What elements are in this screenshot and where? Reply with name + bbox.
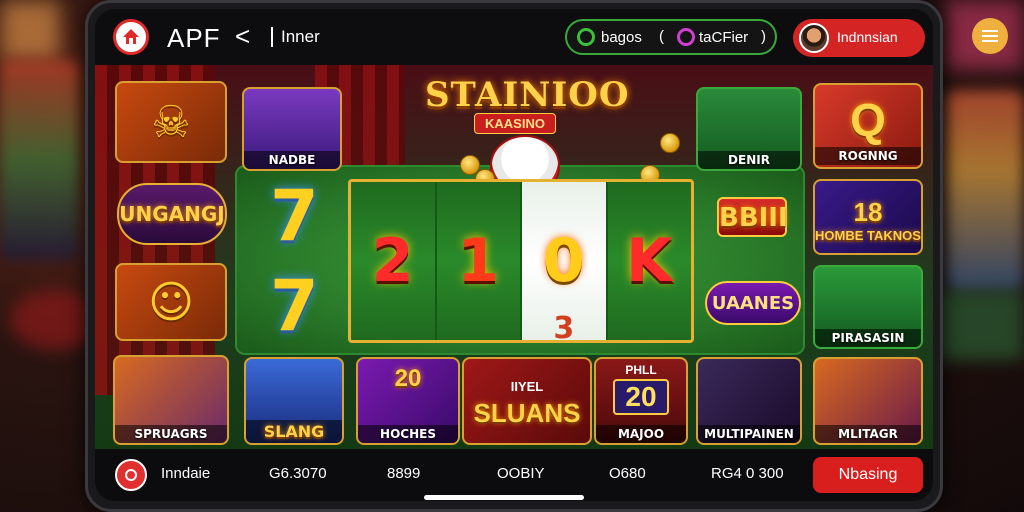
game-tile-sluans[interactable]: IIYEL SLUANS	[462, 357, 592, 445]
circle-icon	[125, 469, 137, 481]
footer-label: Inndaie	[161, 465, 211, 482]
tile-big-letter: Q	[850, 94, 886, 146]
reel-symbol-below: 3	[553, 311, 575, 346]
app-title: APF	[167, 23, 221, 53]
game-tile-portrait[interactable]: NADBE	[242, 87, 342, 171]
game-tile-spruagrs[interactable]: SPRUAGRS	[113, 355, 229, 445]
avatar	[799, 23, 829, 53]
footer-stat: OOBIY	[497, 465, 545, 482]
background-lamp	[0, 0, 60, 60]
tile-title: DENIR	[698, 151, 800, 169]
tile-big-number: 18	[853, 197, 883, 227]
tile-title: PIRASASIN	[815, 329, 921, 347]
game-tile-ungangj[interactable]: UNGANGJ	[117, 183, 227, 245]
game-tile-smiley[interactable]: ☺	[115, 263, 227, 341]
reel: 1	[437, 182, 522, 340]
reel-symbol: 1	[457, 226, 500, 296]
footer-stat: G6.3070	[269, 465, 327, 482]
language-label: Indnnsian	[837, 29, 898, 45]
header-divider	[271, 27, 273, 47]
menu-icon	[982, 35, 998, 37]
tile-title: MAJOO	[596, 425, 686, 443]
filter-circle-icon	[577, 28, 595, 46]
skull-icon: ☠	[151, 96, 191, 148]
record-icon[interactable]	[115, 459, 147, 491]
game-tile-mlitagr[interactable]: MLITAGR	[813, 357, 923, 445]
tablet-device: APF < Inner bagos ( taCFier ) Indnnsian	[85, 0, 943, 512]
reel-symbol: 0	[542, 226, 585, 296]
home-indicator[interactable]	[424, 495, 584, 500]
filter-separator: (	[659, 28, 664, 45]
game-tile-q[interactable]: Q ROGNNG	[813, 83, 923, 169]
house-icon	[123, 29, 139, 44]
language-button[interactable]: Indnnsian	[793, 19, 925, 57]
reel: 2	[351, 182, 437, 340]
slot-reels[interactable]: 2 1 0 3 K	[348, 179, 694, 346]
menu-button[interactable]	[972, 18, 1008, 54]
game-tile-promo-18[interactable]: 18 HOMBE TAKNOS	[813, 179, 923, 255]
game-tile-hoches[interactable]: 20 HOCHES	[356, 357, 460, 445]
footer-stat: 8899	[387, 465, 421, 482]
tile-big-number: 20	[613, 379, 669, 415]
reel: 0 3	[522, 182, 608, 346]
background-slot-machine-right	[944, 90, 1024, 290]
casino-logo: STAINIOO KAASINO	[425, 75, 630, 145]
tile-top-text: PHLL	[625, 363, 657, 377]
tile-title: SPRUAGRS	[115, 425, 227, 443]
bottom-bar: Inndaie G6.3070 8899 OOBIY O680 RG4 0 30…	[95, 449, 933, 501]
game-tile-numbers[interactable]: PHLL 20 MAJOO	[594, 357, 688, 445]
back-icon[interactable]: <	[235, 21, 250, 52]
footer-stat: RG4 0 300	[711, 465, 784, 482]
filter-left-text: bagos	[601, 29, 642, 46]
search-icon[interactable]	[677, 28, 695, 46]
coin-icon	[660, 133, 680, 153]
tile-big-number: 20	[394, 365, 422, 392]
filter-right-text: taCFier	[699, 29, 749, 46]
game-tile-avatar[interactable]: DENIR	[696, 87, 802, 171]
reel-symbol: K	[626, 226, 673, 296]
tile-top-text: IIYEL	[510, 379, 544, 394]
promo-badge[interactable]: BBIII	[717, 197, 788, 237]
cta-button[interactable]: Nbasing	[813, 457, 923, 493]
app-screen: APF < Inner bagos ( taCFier ) Indnnsian	[95, 9, 933, 501]
tile-title: MULTIPAINEN	[698, 425, 800, 443]
footer-stat: O680	[609, 465, 646, 482]
tile-title: SLANG	[246, 420, 342, 443]
app-logo[interactable]	[113, 19, 149, 55]
smiley-icon: ☺	[148, 276, 194, 328]
game-tile-skull[interactable]: ☠	[115, 81, 227, 163]
seven-symbol: 7	[270, 175, 319, 257]
tile-title: MLITAGR	[815, 425, 921, 443]
promo-badge[interactable]: UAANES	[705, 281, 801, 325]
casino-logo-title: STAINIOO	[425, 75, 630, 115]
game-tile-multipainen[interactable]: MULTIPAINEN	[696, 357, 802, 445]
tile-title: SLUANS	[473, 398, 581, 428]
reel: K	[608, 182, 692, 340]
search-filter-pill[interactable]: bagos ( taCFier )	[565, 19, 777, 55]
tile-title: HOCHES	[358, 425, 458, 443]
tile-title: ROGNNG	[815, 147, 921, 165]
tile-title: HOMBE TAKNOS	[815, 228, 921, 243]
tile-title: NADBE	[244, 151, 340, 169]
reel-symbol: 2	[371, 226, 414, 296]
game-tile-celebration[interactable]: PIRASASIN	[813, 265, 923, 349]
top-bar: APF < Inner bagos ( taCFier ) Indnnsian	[95, 9, 933, 65]
casino-logo-ribbon: KAASINO	[474, 113, 556, 134]
background-slot-machine	[0, 60, 80, 260]
game-tile-slang[interactable]: SLANG	[244, 357, 344, 445]
chevron-icon[interactable]: )	[761, 28, 766, 45]
background-table-right	[934, 290, 1024, 360]
page-subtitle: Inner	[281, 27, 320, 46]
tile-title: UNGANGJ	[119, 202, 225, 226]
seven-symbol: 7	[270, 265, 319, 347]
game-lobby: ☠ UNGANGJ ☺ SPRUAGRS NADBE STAINIOO KAAS…	[95, 65, 933, 449]
